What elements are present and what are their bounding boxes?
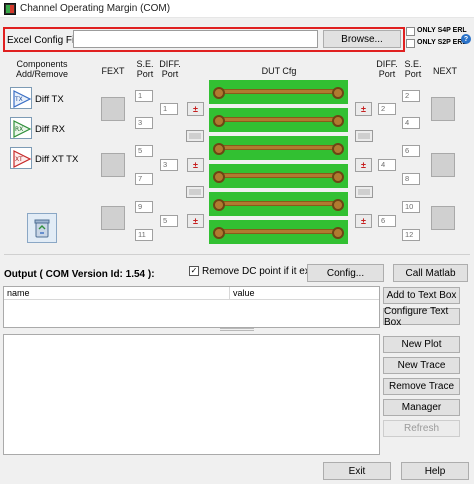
only-s2p-erl-checkbox[interactable] [406, 39, 415, 48]
remove-dc-checkbox[interactable]: ✓ [189, 266, 199, 276]
trace-4 [213, 171, 344, 183]
se-port-left-5[interactable]: 5 [135, 145, 153, 157]
se-port-left-9[interactable]: 9 [135, 201, 153, 213]
connector-left-1[interactable] [186, 130, 204, 142]
recycle-bin-icon[interactable] [27, 213, 57, 243]
table-header-name[interactable]: name [4, 287, 230, 300]
only-s4p-erl-label: ONLY S4P ERL [417, 27, 467, 34]
section-divider [4, 254, 470, 255]
se-port-right-header: S.E. Port [404, 59, 422, 79]
diff-tx-icon[interactable]: TX [10, 87, 32, 109]
diff-port-right-2[interactable]: 2 [378, 103, 396, 115]
next-cell-3[interactable] [431, 206, 455, 230]
connector-right-1[interactable] [355, 130, 373, 142]
se-port-left-11[interactable]: 11 [135, 229, 153, 241]
plot-area[interactable] [3, 334, 380, 455]
svg-text:TX: TX [14, 96, 23, 103]
fext-cell-2[interactable] [101, 153, 125, 177]
se-port-right-4[interactable]: 4 [402, 117, 420, 129]
se-port-right-6[interactable]: 6 [402, 145, 420, 157]
trace-2 [213, 115, 344, 127]
new-plot-button[interactable]: New Plot [383, 336, 460, 353]
se-port-right-8[interactable]: 8 [402, 173, 420, 185]
trace-6 [213, 227, 344, 239]
diff-xt-tx-icon[interactable]: XT [10, 147, 32, 169]
dut-trace-band-3[interactable] [209, 136, 348, 160]
manager-button[interactable]: Manager [383, 399, 460, 416]
se-port-left-3[interactable]: 3 [135, 117, 153, 129]
polarity-swap-left-3[interactable]: ± [187, 214, 204, 228]
diff-port-left-5[interactable]: 5 [160, 215, 178, 227]
fext-cell-1[interactable] [101, 97, 125, 121]
pane-splitter-handle[interactable] [220, 328, 254, 331]
connector-right-2[interactable] [355, 186, 373, 198]
help-question-icon[interactable]: ? [461, 34, 471, 44]
diff-rx-label: Diff RX [35, 124, 65, 135]
fext-header: FEXT [101, 66, 125, 76]
only-s2p-erl-label: ONLY S2P ERL [417, 39, 467, 46]
add-to-text-box-button[interactable]: Add to Text Box [383, 287, 460, 304]
svg-text:RX: RX [15, 126, 23, 133]
configure-text-box-button[interactable]: Configure Text Box [383, 306, 460, 328]
new-trace-button[interactable]: New Trace [383, 357, 460, 374]
polarity-swap-right-1[interactable]: ± [355, 102, 372, 116]
polarity-swap-right-2[interactable]: ± [355, 158, 372, 172]
dut-trace-band-4[interactable] [209, 164, 348, 188]
diff-xt-tx-label: Diff XT TX [35, 154, 79, 165]
svg-text:XT: XT [15, 156, 23, 163]
se-port-right-12[interactable]: 12 [402, 229, 420, 241]
table-header-value[interactable]: value [230, 287, 379, 300]
se-port-left-header: S.E. Port [136, 59, 154, 79]
connector-left-2[interactable] [186, 186, 204, 198]
diff-port-left-header: DIFF. Port [159, 59, 181, 79]
dut-trace-band-5[interactable] [209, 192, 348, 216]
se-port-right-2[interactable]: 2 [402, 90, 420, 102]
diff-rx-icon[interactable]: RX [10, 117, 32, 139]
diff-port-left-1[interactable]: 1 [160, 103, 178, 115]
dut-cfg-header: DUT Cfg [261, 66, 297, 76]
dut-trace-band-1[interactable] [209, 80, 348, 104]
diff-port-left-3[interactable]: 3 [160, 159, 178, 171]
only-s4p-erl-checkbox[interactable] [406, 27, 415, 36]
trace-5 [213, 199, 344, 211]
diff-port-right-4[interactable]: 4 [378, 159, 396, 171]
trace-3 [213, 143, 344, 155]
next-cell-1[interactable] [431, 97, 455, 121]
browse-button[interactable]: Browse... [323, 30, 401, 48]
trace-1 [213, 87, 344, 99]
output-title: Output ( COM Version Id: 1.54 ): [4, 269, 155, 280]
diff-tx-label: Diff TX [35, 94, 64, 105]
help-button[interactable]: Help [401, 462, 469, 480]
next-cell-2[interactable] [431, 153, 455, 177]
se-port-left-1[interactable]: 1 [135, 90, 153, 102]
diff-port-right-6[interactable]: 6 [378, 215, 396, 227]
refresh-button[interactable]: Refresh [383, 420, 460, 437]
next-header: NEXT [432, 66, 457, 76]
excel-config-input[interactable] [73, 30, 318, 48]
polarity-swap-left-2[interactable]: ± [187, 158, 204, 172]
polarity-swap-left-1[interactable]: ± [187, 102, 204, 116]
diff-port-right-header: DIFF. Port [376, 59, 398, 79]
config-button[interactable]: Config... [307, 264, 384, 282]
fext-cell-3[interactable] [101, 206, 125, 230]
se-port-left-7[interactable]: 7 [135, 173, 153, 185]
remove-trace-button[interactable]: Remove Trace [383, 378, 460, 395]
components-header: Components Add/Remove [15, 59, 69, 79]
dut-trace-band-2[interactable] [209, 108, 348, 132]
dut-config-area[interactable] [209, 80, 348, 247]
call-matlab-button[interactable]: Call Matlab [393, 264, 468, 282]
se-port-right-10[interactable]: 10 [402, 201, 420, 213]
dut-trace-band-6[interactable] [209, 220, 348, 244]
window-title: Channel Operating Margin (COM) [20, 3, 171, 14]
app-icon [4, 3, 16, 15]
polarity-swap-right-3[interactable]: ± [355, 214, 372, 228]
exit-button[interactable]: Exit [323, 462, 391, 480]
